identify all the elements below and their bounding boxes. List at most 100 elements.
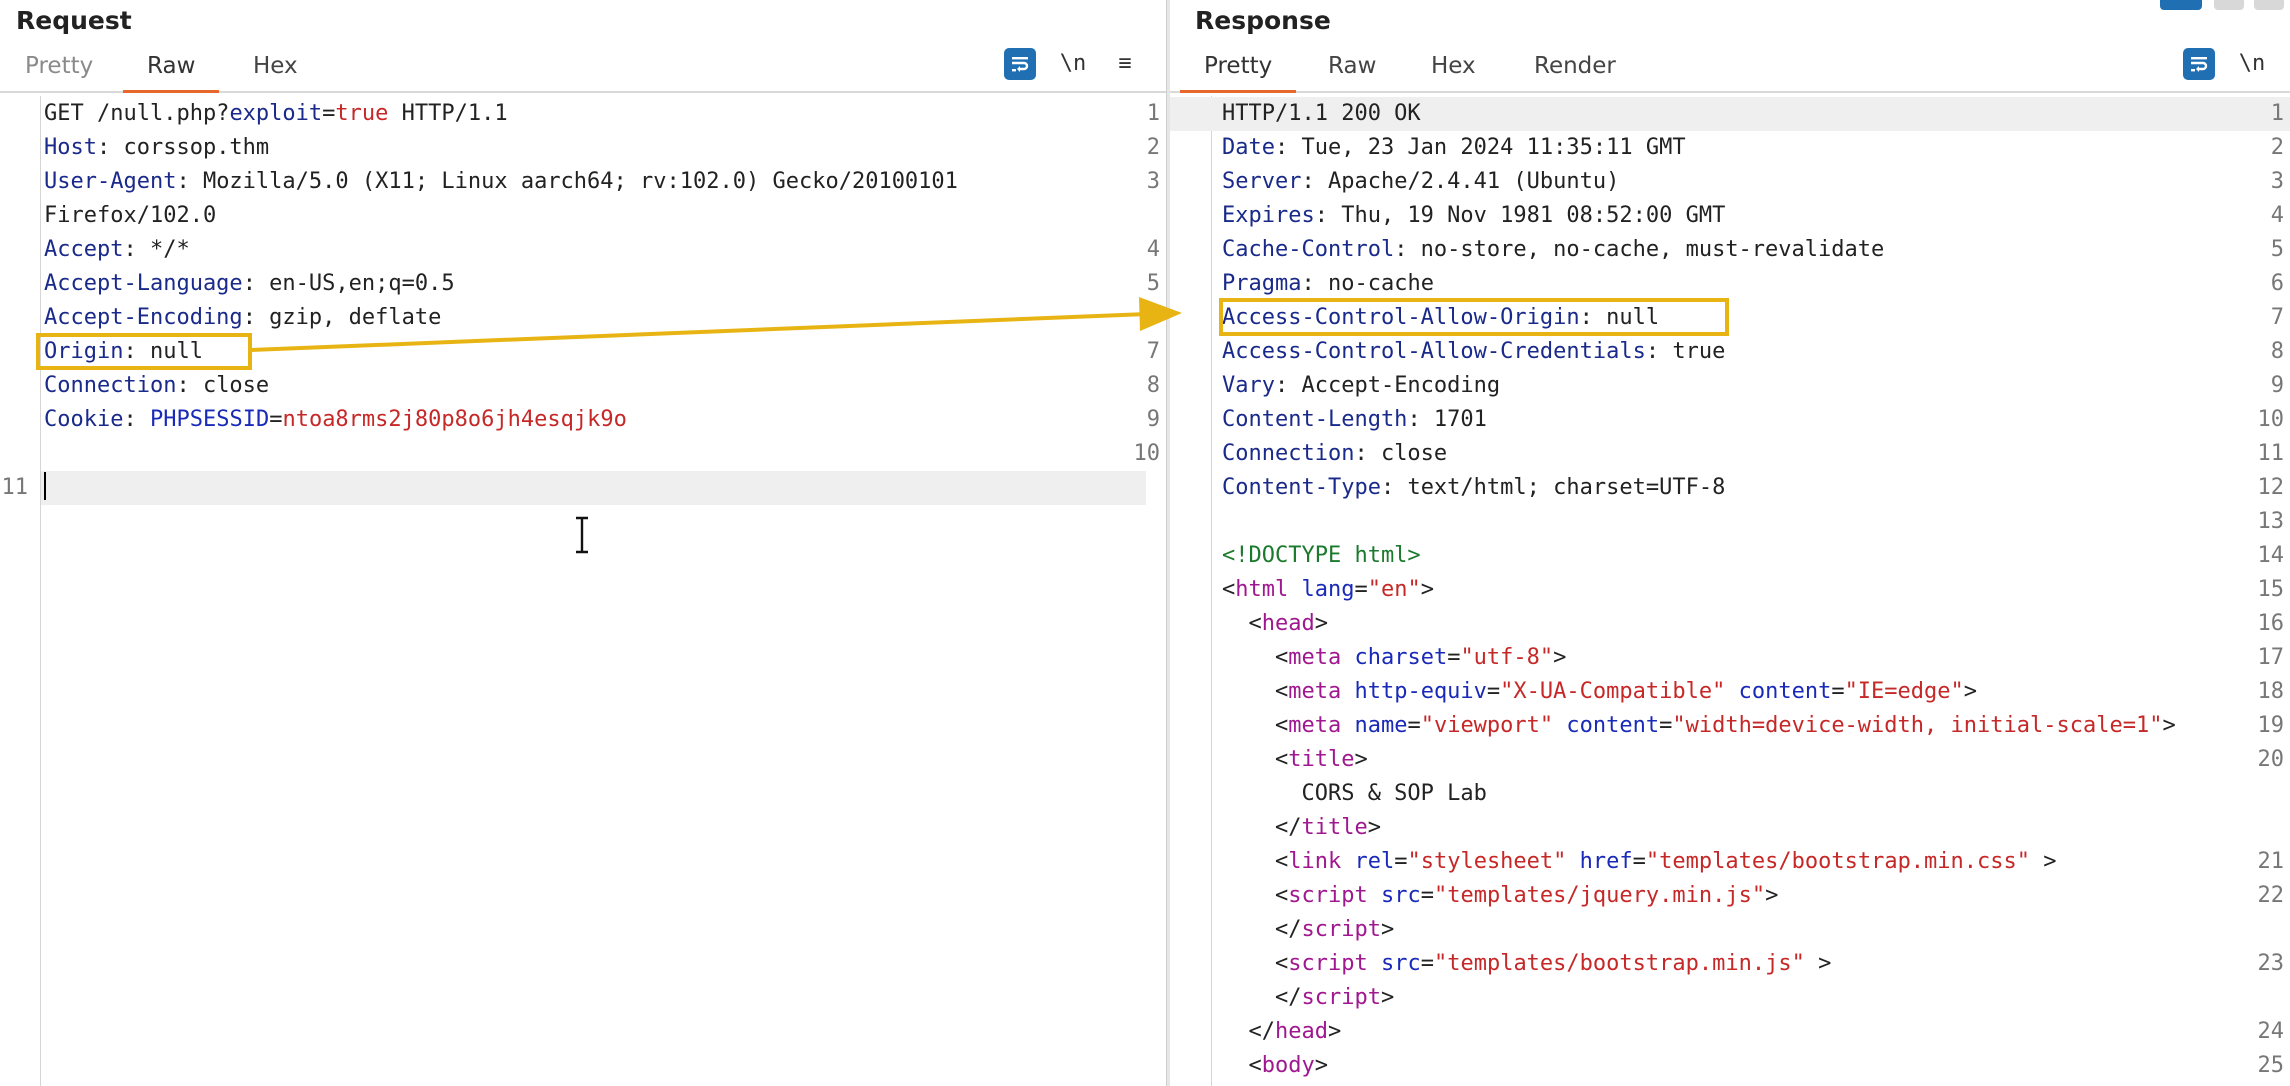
response-line-number: 14	[2257, 543, 2285, 568]
response-line-text: <link rel="stylesheet" href="templates/b…	[1222, 849, 2057, 874]
response-tab-bar: Pretty Raw Hex Render	[1170, 47, 2290, 93]
request-code-line[interactable]: 8 Connection: close	[0, 369, 1166, 403]
request-code-line[interactable]: 6 Accept-Encoding: gzip, deflate	[0, 301, 1166, 335]
response-line-text: </head>	[1222, 1019, 1342, 1044]
response-tab-pretty[interactable]: Pretty	[1179, 53, 1297, 93]
response-line-text: HTTP/1.1 200 OK	[1222, 101, 1421, 126]
response-line-text: Date: Tue, 23 Jan 2024 11:35:11 GMT	[1222, 135, 1686, 160]
layout-vertical-icon[interactable]	[2254, 0, 2284, 10]
response-code-line[interactable]: 1 HTTP/1.1 200 OK	[1170, 97, 2290, 131]
response-line-number: 16	[2257, 611, 2285, 636]
response-newline-toggle-button[interactable]: \n	[2236, 48, 2268, 80]
response-code-line[interactable]: 24 </head>	[1170, 1015, 2290, 1049]
request-line-text: Accept-Encoding: gzip, deflate	[44, 305, 442, 330]
response-line-number: 13	[2257, 509, 2285, 534]
request-menu-button[interactable]: ≡	[1111, 48, 1139, 80]
response-tab-hex[interactable]: Hex	[1431, 53, 1476, 89]
request-wrap-toggle-button[interactable]	[1004, 48, 1036, 80]
request-tab-pretty[interactable]: Pretty	[25, 53, 93, 89]
request-code-line[interactable]: 4 Accept: */*	[0, 233, 1166, 267]
word-wrap-icon	[2191, 57, 2208, 72]
response-code-line[interactable]: 9 Vary: Accept-Encoding	[1170, 369, 2290, 403]
response-code-line[interactable]: 22 <script src="templates/jquery.min.js"…	[1170, 879, 2290, 913]
response-pane: Response Pretty Raw Hex Render \n 1 HTTP/…	[1170, 0, 2290, 1086]
response-code-line[interactable]: </title>	[1170, 811, 2290, 845]
request-line-text: Cookie: PHPSESSID=ntoa8rms2j80p8o6jh4esq…	[44, 407, 627, 432]
response-line-text: Cache-Control: no-store, no-cache, must-…	[1222, 237, 1885, 262]
response-code-line[interactable]: 17 <meta charset="utf-8">	[1170, 641, 2290, 675]
request-line-number: 5	[1146, 271, 1160, 296]
response-code-line[interactable]: 11 Connection: close	[1170, 437, 2290, 471]
request-code-line[interactable]: 9 Cookie: PHPSESSID=ntoa8rms2j80p8o6jh4es…	[0, 403, 1166, 437]
request-line-text: Connection: close	[44, 373, 270, 398]
response-code-line[interactable]: 21 <link rel="stylesheet" href="template…	[1170, 845, 2290, 879]
response-line-number: 3	[2270, 169, 2284, 194]
response-tab-render[interactable]: Render	[1534, 53, 1616, 89]
request-code-line[interactable]: 11	[2, 471, 1146, 505]
request-line-text: Accept-Language: en-US,en;q=0.5	[44, 271, 455, 296]
response-code-line[interactable]: 25 <body>	[1170, 1049, 2290, 1083]
request-line-text: GET /null.php?exploit=true HTTP/1.1	[44, 101, 508, 126]
response-editor[interactable]: 1 HTTP/1.1 200 OK 2 Date: Tue, 23 Jan 2024 …	[1170, 96, 2290, 1086]
response-line-text: Vary: Accept-Encoding	[1222, 373, 1501, 398]
response-code-line[interactable]: </script>	[1170, 981, 2290, 1015]
response-line-text: </script>	[1222, 917, 1395, 942]
response-line-number: 10	[2257, 407, 2285, 432]
response-code-line[interactable]: 5 Cache-Control: no-store, no-cache, must…	[1170, 233, 2290, 267]
request-code-line[interactable]: 2 Host: corssop.thm	[0, 131, 1166, 165]
word-wrap-icon	[1012, 57, 1029, 72]
request-code-line[interactable]: 5 Accept-Language: en-US,en;q=0.5	[0, 267, 1166, 301]
response-code-line[interactable]: 2 Date: Tue, 23 Jan 2024 11:35:11 GMT	[1170, 131, 2290, 165]
request-line-number: 11	[1, 475, 29, 500]
response-code-line[interactable]: 12 Content-Type: text/html; charset=UTF-8	[1170, 471, 2290, 505]
request-line-number: 4	[1146, 237, 1160, 262]
request-code-line[interactable]: 3 User-Agent: Mozilla/5.0 (X11; Linux aar…	[0, 165, 1166, 199]
response-title: Response	[1195, 6, 1331, 35]
response-line-number: 15	[2257, 577, 2285, 602]
response-code-line[interactable]: 10 Content-Length: 1701	[1170, 403, 2290, 437]
request-code-line[interactable]: 1 GET /null.php?exploit=true HTTP/1.1	[0, 97, 1166, 131]
request-line-number: 7	[1146, 339, 1160, 364]
response-code-line[interactable]: 23 <script src="templates/bootstrap.min.…	[1170, 947, 2290, 981]
acao-highlight-box	[1219, 298, 1729, 336]
layout-split-icon[interactable]	[2160, 0, 2202, 10]
response-code-line[interactable]: 20 <title>	[1170, 743, 2290, 777]
response-line-text: <script src="templates/bootstrap.min.js"…	[1222, 951, 1832, 976]
response-line-number: 19	[2257, 713, 2285, 738]
response-code-line[interactable]: CORS & SOP Lab	[1170, 777, 2290, 811]
request-line-number: 3	[1146, 169, 1160, 194]
response-code-line[interactable]: 15 <html lang="en">	[1170, 573, 2290, 607]
response-line-number: 24	[2257, 1019, 2285, 1044]
request-tab-raw[interactable]: Raw	[122, 53, 220, 93]
text-cursor-caret	[44, 472, 46, 500]
response-code-line[interactable]: </script>	[1170, 913, 2290, 947]
ibeam-cursor-icon	[576, 516, 588, 554]
response-tab-raw[interactable]: Raw	[1328, 53, 1376, 89]
response-code-line[interactable]: 16 <head>	[1170, 607, 2290, 641]
response-code-line[interactable]: 3 Server: Apache/2.4.41 (Ubuntu)	[1170, 165, 2290, 199]
response-code-line[interactable]: 18 <meta http-equiv="X-UA-Compatible" co…	[1170, 675, 2290, 709]
response-line-number: 12	[2257, 475, 2285, 500]
request-code-line[interactable]: Firefox/102.0	[0, 199, 1166, 233]
request-code-line[interactable]: 10	[0, 437, 1166, 471]
response-wrap-toggle-button[interactable]	[2183, 48, 2215, 80]
response-code-line[interactable]: 13	[1170, 505, 2290, 539]
request-tab-hex[interactable]: Hex	[253, 53, 298, 89]
response-code-line[interactable]: 8 Access-Control-Allow-Credentials: true	[1170, 335, 2290, 369]
request-newline-toggle-button[interactable]: \n	[1057, 48, 1089, 80]
response-line-text: CORS & SOP Lab	[1222, 781, 1487, 806]
response-line-text: Server: Apache/2.4.41 (Ubuntu)	[1222, 169, 1620, 194]
response-line-text: <script src="templates/jquery.min.js">	[1222, 883, 1779, 908]
response-code-line[interactable]: 4 Expires: Thu, 19 Nov 1981 08:52:00 GMT	[1170, 199, 2290, 233]
response-code-line[interactable]: 14 <!DOCTYPE html>	[1170, 539, 2290, 573]
response-code-line[interactable]: 19 <meta name="viewport" content="width=…	[1170, 709, 2290, 743]
layout-horizontal-icon[interactable]	[2214, 0, 2244, 10]
response-line-text: </script>	[1222, 985, 1395, 1010]
response-line-number: 22	[2257, 883, 2285, 908]
response-line-number: 5	[2270, 237, 2284, 262]
request-editor[interactable]: 1 GET /null.php?exploit=true HTTP/1.1 2 Hos…	[0, 96, 1166, 1086]
response-line-number: 1	[2270, 101, 2284, 126]
response-line-text: <body>	[1222, 1053, 1328, 1078]
response-line-number: 11	[2257, 441, 2285, 466]
response-code-line[interactable]: 6 Pragma: no-cache	[1170, 267, 2290, 301]
